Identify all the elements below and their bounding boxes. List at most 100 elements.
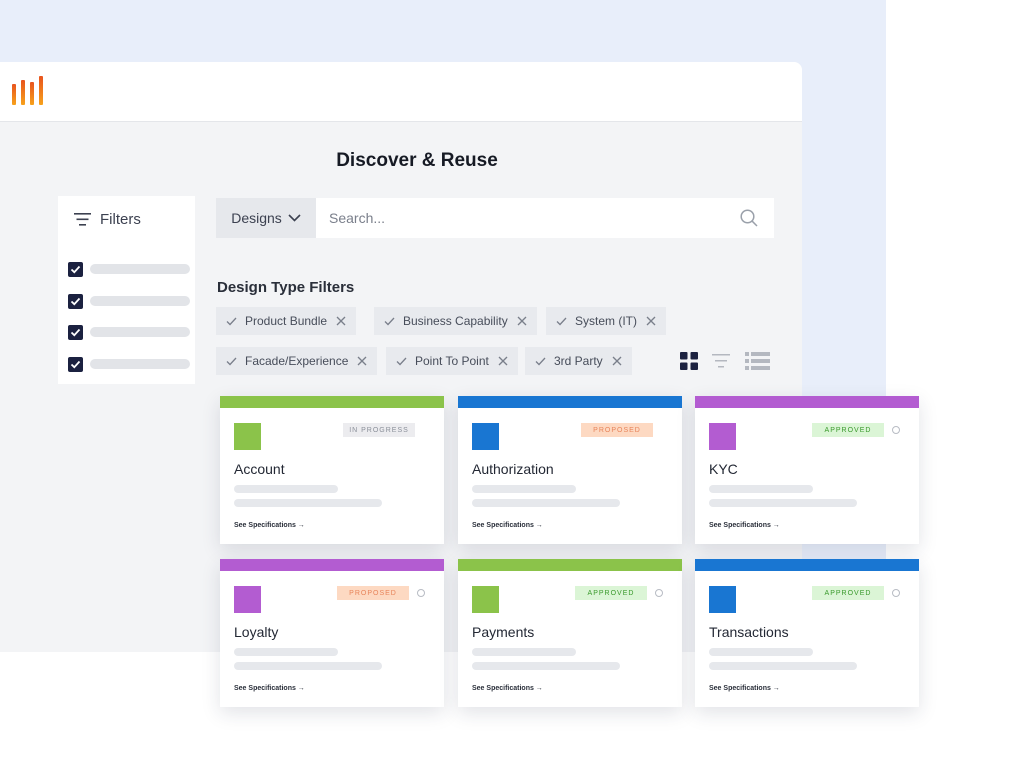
text-placeholder [472,499,620,507]
check-icon [70,297,81,306]
check-icon [535,357,546,365]
card-color-bar [458,396,682,408]
see-specifications-link[interactable]: See Specifications → [709,522,780,529]
card-type-icon [472,586,499,613]
card-title: Payments [472,624,535,640]
status-badge: APPROVED [812,586,884,600]
page-title: Discover & Reuse [336,150,498,171]
filter-checkbox[interactable] [68,357,83,372]
see-specifications-link[interactable]: See Specifications → [709,685,780,692]
filter-option[interactable] [68,294,190,309]
text-placeholder [234,648,338,656]
text-placeholder [472,648,576,656]
filter-chip-label: 3rd Party [554,354,603,368]
grid-view-icon[interactable] [680,352,698,370]
search-input[interactable] [329,198,729,238]
search-icon[interactable] [740,209,758,227]
check-icon [226,357,237,365]
text-placeholder [234,499,382,507]
filter-option[interactable] [68,262,190,277]
see-specifications-link[interactable]: See Specifications → [472,685,543,692]
status-badge: PROPOSED [337,586,409,600]
text-placeholder [472,485,576,493]
filter-chip[interactable]: Product Bundle [216,307,357,335]
card-title: Transactions [709,624,789,640]
select-radio[interactable] [655,589,663,597]
search-bar: Designs [216,198,774,238]
filter-option[interactable] [68,357,190,372]
filter-checkbox[interactable] [68,325,83,340]
filter-option[interactable] [68,325,190,340]
close-icon[interactable] [646,316,656,326]
card-type-icon [234,423,261,450]
filter-option-placeholder [90,327,190,337]
filter-chip[interactable]: 3rd Party [525,347,632,375]
check-icon [70,265,81,274]
design-card[interactable]: IN PROGRESS Account See Specifications → [220,396,444,544]
filter-chip-label: Business Capability [403,314,508,328]
text-placeholder [709,499,857,507]
check-icon [556,317,567,325]
check-icon [70,328,81,337]
filter-option-placeholder [90,296,190,306]
check-icon [396,357,407,365]
check-icon [226,317,237,325]
card-title: Loyalty [234,624,279,640]
text-placeholder [709,485,813,493]
select-radio[interactable] [892,589,900,597]
design-card[interactable]: PROPOSED Loyalty See Specifications → [220,559,444,707]
app-header [0,62,802,122]
filters-label: Filters [100,210,141,228]
design-card[interactable]: APPROVED KYC See Specifications → [695,396,919,544]
filter-chip[interactable]: System (IT) [546,307,666,335]
design-card[interactable]: APPROVED Payments See Specifications → [458,559,682,707]
close-icon[interactable] [612,356,622,366]
see-specifications-link[interactable]: See Specifications → [234,522,305,529]
card-color-bar [695,559,919,571]
filter-lines-icon [74,212,91,226]
bar-logo-icon[interactable] [12,76,46,106]
close-icon[interactable] [498,356,508,366]
status-badge: PROPOSED [581,423,653,437]
design-card[interactable]: APPROVED Transactions See Specifications → [695,559,919,707]
design-card[interactable]: PROPOSED Authorization See Specifications … [458,396,682,544]
see-specifications-link[interactable]: See Specifications → [234,685,305,692]
filter-checkbox[interactable] [68,294,83,309]
filters-panel: Filters [58,196,195,384]
list-view-icon[interactable] [745,352,770,370]
check-icon [70,360,81,369]
card-type-icon [472,423,499,450]
card-type-icon [709,423,736,450]
text-placeholder [709,662,857,670]
close-icon[interactable] [517,316,527,326]
text-placeholder [234,485,338,493]
card-color-bar [220,559,444,571]
close-icon[interactable] [336,316,346,326]
text-placeholder [472,662,620,670]
filter-chip-label: System (IT) [575,314,637,328]
status-badge: IN PROGRESS [343,423,415,437]
chevron-down-icon [288,214,301,222]
card-title: Account [234,461,285,477]
filter-chip[interactable]: Business Capability [374,307,537,335]
card-type-icon [709,586,736,613]
filters-header[interactable]: Filters [74,210,141,228]
status-badge: APPROVED [575,586,647,600]
filter-chip[interactable]: Facade/Experience [216,347,378,375]
search-type-dropdown[interactable]: Designs [216,198,316,238]
filter-chip-label: Point To Point [415,354,489,368]
see-specifications-link[interactable]: See Specifications → [472,522,543,529]
sort-lines-icon[interactable] [712,353,730,369]
filter-chip-label: Facade/Experience [245,354,349,368]
filter-checkbox[interactable] [68,262,83,277]
text-placeholder [709,648,813,656]
select-radio[interactable] [892,426,900,434]
filter-option-placeholder [90,359,190,369]
text-placeholder [234,662,382,670]
check-icon [384,317,395,325]
design-type-filters-title: Design Type Filters [217,279,355,296]
filter-chip[interactable]: Point To Point [386,347,518,375]
select-radio[interactable] [417,589,425,597]
close-icon[interactable] [357,356,367,366]
card-color-bar [220,396,444,408]
